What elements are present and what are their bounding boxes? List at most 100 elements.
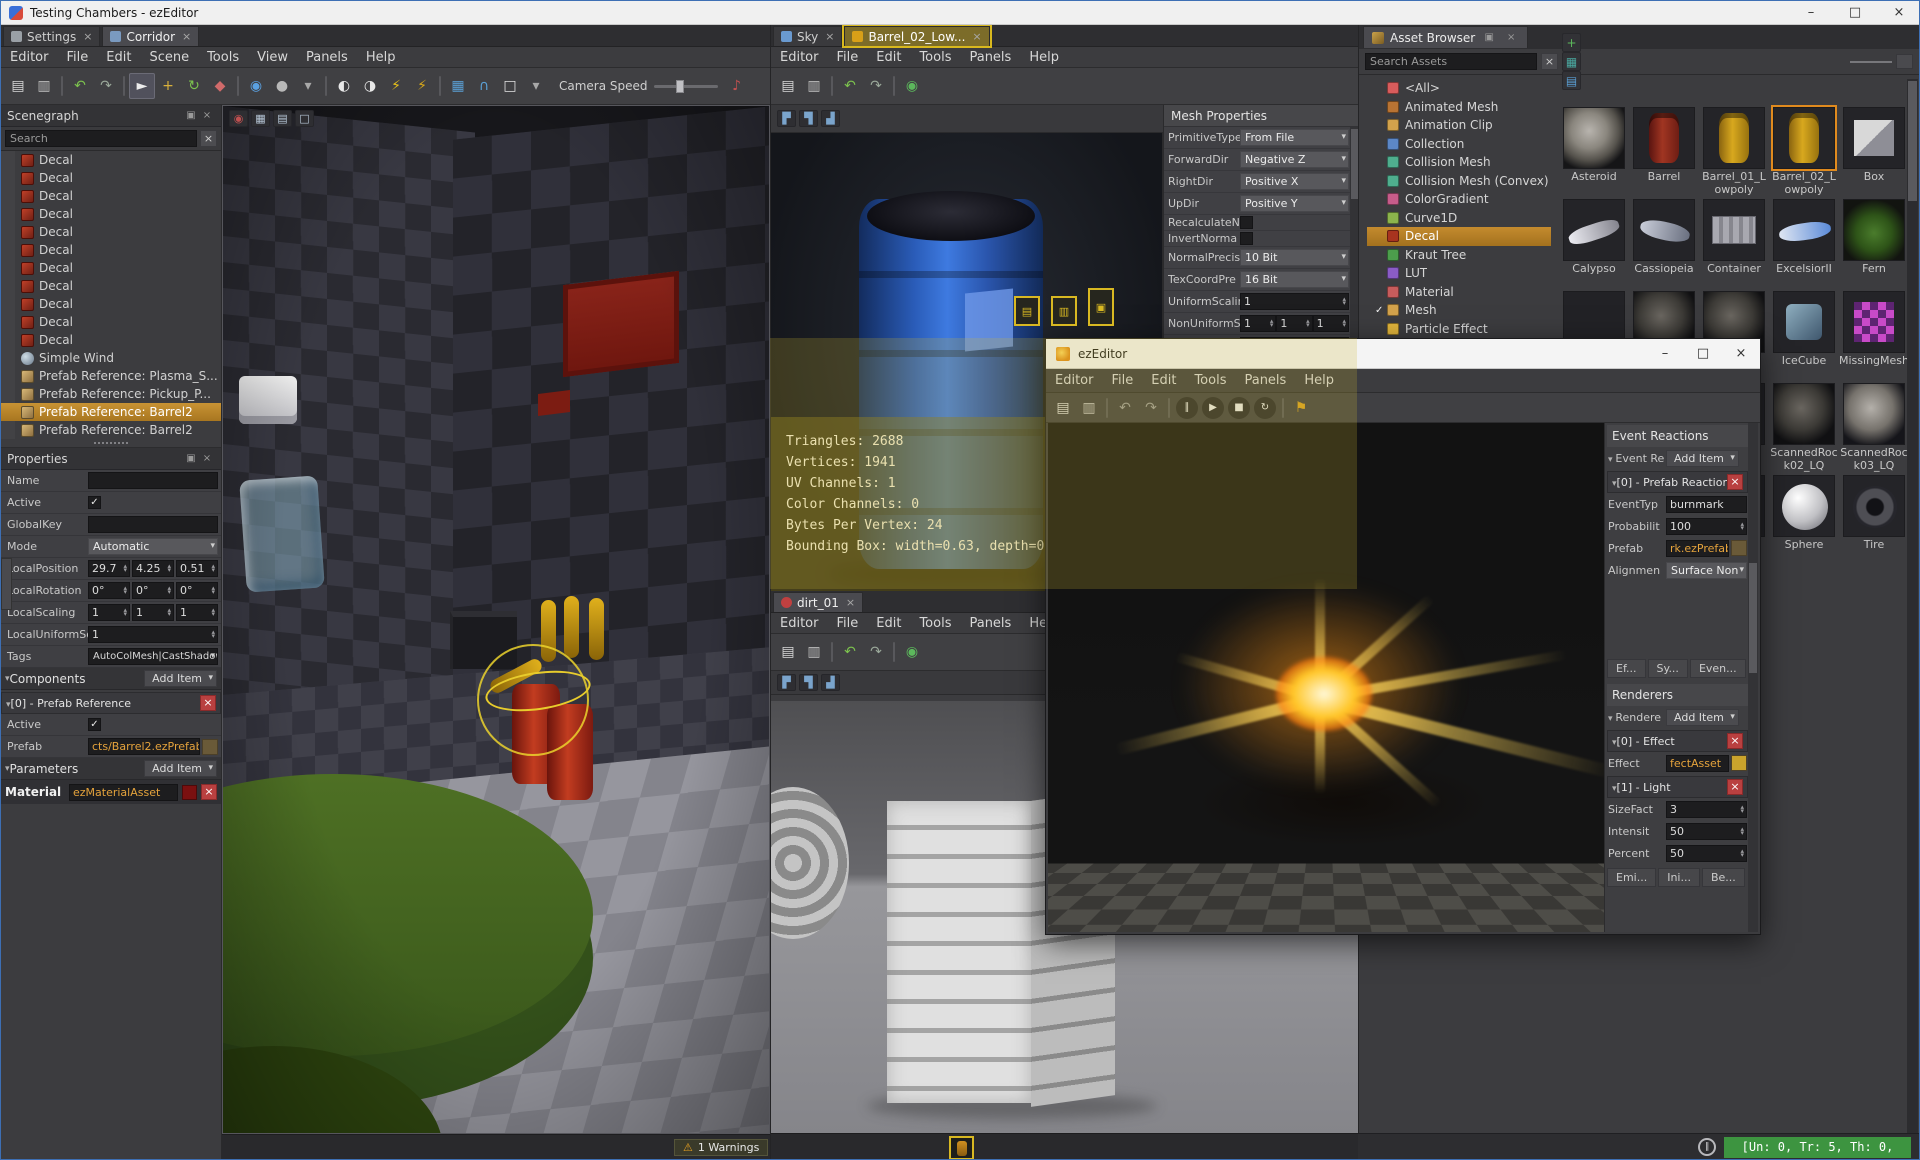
log-pause-icon[interactable]: ∥ — [1698, 1138, 1716, 1156]
translate-icon[interactable]: + — [155, 73, 181, 99]
render-mode-icon[interactable]: ▦ — [251, 110, 270, 127]
document-tab[interactable]: Settings × — [3, 26, 101, 46]
pin-icon[interactable]: ⚑ — [1288, 395, 1314, 421]
panel-tab[interactable]: Ef... — [1607, 659, 1646, 678]
tab-close-icon[interactable]: × — [83, 30, 92, 43]
remove-reaction-icon[interactable]: × — [1727, 474, 1743, 490]
prefab-asset-input[interactable]: cts/Barrel2.ezPrefab — [88, 738, 200, 755]
remove-parameter-icon[interactable]: × — [201, 784, 217, 800]
separator[interactable] — [893, 76, 895, 96]
position-x-spinner[interactable]: 29.7 — [88, 560, 130, 577]
separator[interactable] — [893, 642, 895, 662]
panel-float-icon[interactable]: ▣ — [1481, 32, 1497, 43]
menu-item[interactable]: File — [827, 616, 867, 631]
scenegraph-item[interactable]: Decal — [1, 313, 221, 331]
separator[interactable] — [1106, 397, 1108, 418]
separator[interactable] — [325, 76, 327, 96]
undo-icon[interactable]: ↶ — [837, 639, 863, 665]
select-icon[interactable]: ► — [129, 73, 155, 99]
viewport-split-icon[interactable]: ▛ — [777, 674, 796, 691]
nonuniform-x-spinner[interactable]: 1 — [1240, 315, 1277, 332]
remove-component-icon[interactable]: × — [200, 695, 216, 711]
component-active-checkbox[interactable]: ✓ — [88, 718, 101, 731]
rotate-icon[interactable]: ↻ — [181, 73, 207, 99]
slider-handle[interactable] — [675, 79, 684, 93]
asset-type-item[interactable]: Decal — [1367, 227, 1551, 246]
percentage-spinner[interactable]: 50 — [1666, 844, 1747, 862]
menu-item[interactable]: File — [1102, 373, 1142, 388]
effect-asset-input[interactable]: fectAsset — [1666, 754, 1729, 772]
copy-icon[interactable]: ▥ — [801, 639, 827, 665]
separator[interactable] — [1282, 397, 1284, 418]
asset-type-item[interactable]: Collision Mesh (Convex) — [1367, 172, 1551, 191]
world-local-icon[interactable]: ◉ — [243, 73, 269, 99]
mode-select[interactable]: Automatic — [88, 538, 218, 555]
component-group-header[interactable]: [0] - Prefab Reference × — [1, 692, 221, 714]
show-items-icon[interactable]: ▤ — [1562, 71, 1581, 90]
asset-type-item[interactable]: Material — [1367, 283, 1551, 302]
search-clear-icon[interactable]: × — [200, 130, 217, 147]
scenegraph-item[interactable]: Decal — [1, 295, 221, 313]
scenegraph-item[interactable]: Decal — [1, 151, 221, 169]
scenegraph-item[interactable]: Prefab Reference: Plasma_S... — [1, 367, 221, 385]
redo-icon[interactable]: ↷ — [1138, 395, 1164, 421]
panel-close-icon[interactable]: × — [199, 110, 215, 121]
panel-splitter[interactable] — [1, 439, 221, 448]
scale-y-spinner[interactable]: 1 — [132, 604, 174, 621]
scale-x-spinner[interactable]: 1 — [88, 604, 130, 621]
material-color-swatch[interactable] — [182, 784, 197, 800]
asset-transform-icon[interactable]: ◉ — [899, 639, 925, 665]
scenegraph-search-input[interactable]: Search — [5, 130, 197, 147]
scenegraph-item[interactable]: Prefab Reference: Pickup_P... — [1, 385, 221, 403]
panel-float-icon[interactable]: ▣ — [183, 110, 199, 121]
renderer-group-header[interactable]: [1] - Light × — [1607, 776, 1748, 798]
play-sim-icon[interactable]: ▶ — [1202, 396, 1224, 419]
scene-viewport[interactable]: ◉ ▦ ▤ □ — [222, 105, 770, 1134]
document-tab[interactable]: Barrel_02_Low... × — [842, 25, 992, 48]
menu-item[interactable]: Edit — [97, 50, 140, 65]
maximize-view-icon[interactable]: □ — [295, 110, 314, 127]
view-layout-icon[interactable]: ▤ — [273, 110, 292, 127]
scenegraph-item[interactable]: Decal — [1, 187, 221, 205]
scenegraph-item[interactable]: Decal — [1, 241, 221, 259]
invert-normals-checkbox[interactable] — [1240, 232, 1253, 245]
asset-item[interactable]: IceCube — [1769, 289, 1839, 381]
undo-icon[interactable]: ↶ — [67, 73, 93, 99]
panel-tab[interactable]: Ini... — [1658, 868, 1700, 887]
asset-type-item[interactable]: Collection — [1367, 135, 1551, 154]
copy-icon[interactable]: ▥ — [801, 73, 827, 99]
asset-type-item[interactable]: Curve1D — [1367, 209, 1551, 228]
asset-search-input[interactable]: Search Assets — [1365, 53, 1537, 70]
scenegraph-item[interactable]: Prefab Reference: Barrel2 — [1, 403, 221, 421]
close-button[interactable]: × — [1722, 339, 1760, 368]
scenegraph-item[interactable]: Decal — [1, 277, 221, 295]
save-icon[interactable]: ▤ — [5, 73, 31, 99]
menu-item[interactable]: Tools — [198, 50, 248, 65]
camera-menu-icon[interactable]: ◉ — [229, 110, 248, 127]
undo-icon[interactable]: ↶ — [1112, 395, 1138, 421]
globalkey-input[interactable] — [88, 516, 218, 533]
menu-item[interactable]: Panels — [1235, 373, 1295, 388]
scenegraph-item[interactable]: Prefab Reference: Barrel2 — [1, 421, 221, 439]
whitebox-icon[interactable]: □ — [497, 73, 523, 99]
viewport-quad-icon[interactable]: ▟ — [821, 674, 840, 691]
gizmo-dropdown-icon[interactable]: ▾ — [295, 73, 321, 99]
tab-close-icon[interactable]: × — [182, 30, 191, 43]
undo-icon[interactable]: ↶ — [837, 73, 863, 99]
pivot-icon[interactable]: ● — [269, 73, 295, 99]
panel-float-icon[interactable]: ▣ — [183, 453, 199, 464]
asset-picker-button[interactable] — [202, 738, 218, 755]
document-tab[interactable]: Corridor × — [102, 26, 200, 46]
snap-dropdown-icon[interactable]: ▾ — [523, 73, 549, 99]
asset-item[interactable]: Asteroid — [1559, 105, 1629, 197]
alignment-select[interactable]: Surface Non — [1666, 561, 1747, 579]
uniform-scaling-spinner[interactable]: 1 — [1240, 293, 1349, 310]
position-y-spinner[interactable]: 4.25 — [132, 560, 174, 577]
menu-item[interactable]: Panels — [960, 616, 1020, 631]
nonuniform-y-spinner[interactable]: 1 — [1276, 315, 1313, 332]
menu-item[interactable]: Editor — [1046, 373, 1102, 388]
nonuniform-z-spinner[interactable]: 1 — [1312, 315, 1349, 332]
scenegraph-item[interactable]: Simple Wind — [1, 349, 221, 367]
menu-item[interactable]: Panels — [960, 50, 1020, 65]
normal-precision-select[interactable]: 10 Bit — [1240, 249, 1349, 266]
